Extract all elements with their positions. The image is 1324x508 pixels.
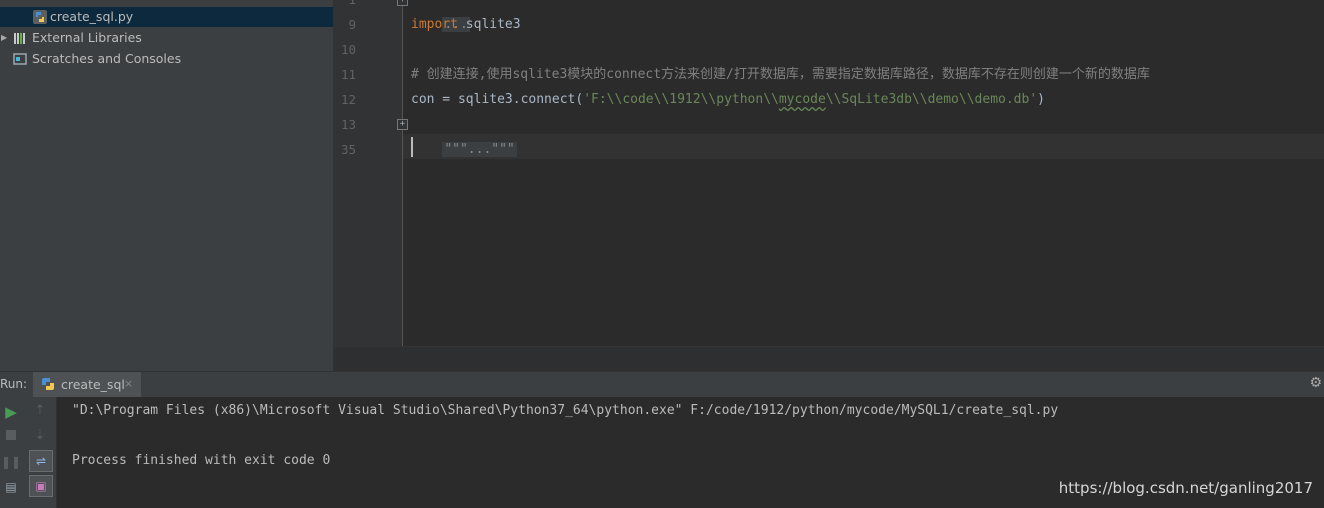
tree-item-label: create_sql.py	[50, 9, 134, 24]
tree-item-scratches[interactable]: Scratches and Consoles	[0, 49, 333, 69]
tab-create-sql[interactable]: create_sql ×	[33, 372, 141, 398]
tree-item-label: External Libraries	[32, 30, 142, 45]
code-token: con = sqlite3.connect(	[411, 92, 584, 107]
comment-token: # 创建连接,使用sqlite3模块的connect方法来创建/打开数据库，需要…	[411, 67, 1150, 82]
line-number: 12	[340, 92, 356, 107]
run-icon[interactable]: ▶	[0, 402, 22, 422]
line-number: 35	[340, 142, 356, 157]
library-icon	[14, 33, 25, 44]
string-token: 'F:\\code\\1912\\python\\	[583, 92, 779, 107]
tree-item-create-sql[interactable]: create_sql.py	[0, 7, 333, 27]
code-line-folded-docstring: """..."""	[411, 112, 517, 157]
project-panel: create_sql.py ▶ External Libraries Scrat…	[0, 0, 334, 371]
run-toolbar: ▶ ❚❚ ▤ ⇡ ⇣ ⇌ ▣	[0, 397, 57, 508]
text-caret	[411, 137, 413, 157]
fold-toggle-icon[interactable]: +	[397, 119, 408, 130]
console-command-line: "D:\Program Files (x86)\Microsoft Visual…	[72, 403, 1059, 418]
watermark-text: https://blog.csdn.net/ganling2017	[1058, 479, 1313, 497]
code-token: )	[1037, 92, 1045, 107]
code-editor[interactable]: 1 9 10 11 12 13 35 + + ... import sqlite…	[334, 0, 1324, 372]
python-icon	[42, 378, 54, 390]
run-panel-title: Run:	[0, 377, 28, 391]
line-number: 11	[340, 67, 356, 82]
expand-arrow-icon[interactable]: ▶	[1, 28, 7, 48]
layout-icon[interactable]: ▤	[0, 477, 22, 497]
up-arrow-icon[interactable]: ⇡	[29, 401, 51, 421]
close-icon[interactable]: ×	[124, 377, 133, 390]
code-line-folded-imports: ...	[411, 0, 470, 32]
pause-icon[interactable]: ❚❚	[0, 452, 22, 472]
python-file-icon	[33, 10, 47, 24]
code-line-comment: # 创建连接,使用sqlite3模块的connect方法来创建/打开数据库，需要…	[411, 62, 1150, 87]
stop-icon[interactable]	[0, 427, 22, 447]
code-token: sqlite3	[457, 17, 521, 32]
project-tree-clipped-row	[0, 0, 333, 4]
scratches-icon	[13, 53, 27, 65]
string-token-typo: mycode	[778, 92, 826, 107]
down-arrow-icon[interactable]: ⇣	[29, 426, 51, 446]
wrap-icon[interactable]: ⇌	[29, 450, 53, 472]
line-number: 10	[340, 42, 356, 57]
tree-item-external-libraries[interactable]: ▶ External Libraries	[0, 28, 333, 48]
tree-item-label: Scratches and Consoles	[32, 51, 182, 66]
fold-toggle-icon[interactable]: +	[397, 0, 408, 6]
folded-region[interactable]: """..."""	[442, 142, 517, 157]
keyword-token: import	[411, 17, 458, 32]
print-icon[interactable]: ▣	[29, 475, 53, 497]
gear-icon[interactable]: ⚙	[1309, 375, 1322, 391]
code-line-import: import sqlite3	[411, 12, 521, 37]
editor-horizontal-scroll-area[interactable]	[334, 346, 1324, 372]
line-number: 9	[348, 17, 356, 32]
line-number: 13	[340, 117, 356, 132]
current-line-highlight	[403, 134, 1324, 159]
line-number: 1	[334, 0, 356, 12]
console-exit-message: Process finished with exit code 0	[72, 453, 331, 468]
run-panel-header: Run: create_sql × ⚙	[0, 371, 1324, 399]
string-token: \\SqLite3db\\demo\\demo.db'	[825, 92, 1038, 107]
tab-label: create_sql	[61, 377, 125, 392]
code-line-connect: con = sqlite3.connect('F:\\code\\1912\\p…	[411, 87, 1045, 112]
